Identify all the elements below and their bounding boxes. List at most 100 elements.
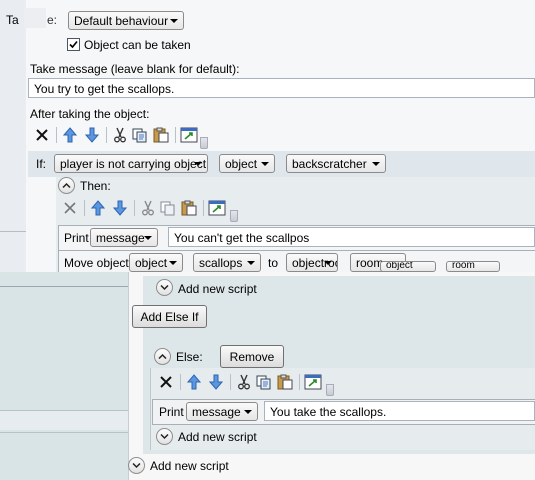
to-room2-select[interactable]: room [446,261,500,272]
move-up-button[interactable] [88,199,108,217]
move-up-button[interactable] [184,373,204,391]
then-label: Then: [80,179,111,193]
code-view-icon [208,200,226,216]
copy-icon [256,375,271,390]
background-divider [0,286,128,287]
move-object-label: Move object [64,256,129,270]
print-mode-value: message [96,231,145,245]
chevron-down-icon [244,410,252,414]
take-message-value: You try to get the scallops. [34,82,175,96]
copy-button[interactable] [158,199,178,217]
add-else-if-label: Add Else If [140,310,199,324]
remove-button[interactable]: Remove [220,345,284,368]
cut-button[interactable] [138,199,158,217]
collapse-icon [158,353,167,360]
paste-icon [153,127,169,143]
take-label-tail: e: [47,13,58,27]
print-message-value: You can't get the scallpos [174,231,310,245]
collapse-then-button[interactable] [58,177,75,194]
remove-label: Remove [229,350,275,364]
move-up-icon [187,374,201,390]
code-view-button[interactable] [207,199,227,217]
toolbar-separator [134,200,135,216]
toolbar-separator [56,127,57,143]
chevron-down-icon [372,162,380,166]
add-new-script-label-3[interactable]: Add new script [150,459,229,473]
to-type-select[interactable]: objectroom [286,253,338,272]
if-object-select[interactable]: backscratcher [286,154,386,173]
paste-button[interactable] [275,373,295,391]
print-message-input[interactable]: You can't get the scallpos [168,227,535,247]
paste-button[interactable] [179,199,199,217]
toolbar-separator [84,200,85,216]
toolbar-overflow[interactable] [200,137,208,149]
delete-button[interactable] [60,199,80,217]
toolbar-overflow[interactable] [326,384,334,396]
delete-icon [160,376,172,388]
take-message-input[interactable]: You try to get the scallops. [28,78,535,98]
move-down-button[interactable] [206,373,226,391]
background-strip [0,432,128,456]
move-up-icon [91,200,105,216]
add-new-script-label-2[interactable]: Add new script [178,430,257,444]
chevron-down-icon [194,162,202,166]
copy-icon [160,201,175,216]
paste-icon [181,200,197,216]
copy-button[interactable] [130,126,150,144]
print-message-input[interactable]: You take the scallops. [264,401,535,421]
then-script-toolbar [60,197,240,222]
add-new-script-button-3[interactable] [128,457,145,474]
checkmark-icon [69,40,78,49]
toolbar-overflow[interactable] [230,210,238,222]
cut-button[interactable] [234,373,254,391]
delete-button[interactable] [156,373,176,391]
print-mode-select[interactable]: message [186,402,258,421]
delete-icon [36,129,48,141]
chevron-down-icon [324,261,332,265]
if-object-value: backscratcher [292,157,367,171]
take-behaviour-value: Default behaviour [74,14,169,28]
move-down-button[interactable] [110,199,130,217]
take-label: Ta [6,13,19,27]
collapse-icon [62,182,71,189]
cut-button[interactable] [110,126,130,144]
add-new-script-button-1[interactable] [156,279,173,296]
code-view-button[interactable] [179,126,199,144]
move-type-select[interactable]: object [129,253,183,272]
collapse-else-button[interactable] [154,348,171,365]
if-object-type-select[interactable]: object [219,154,275,173]
move-up-button[interactable] [60,126,80,144]
can-be-taken-label: Object can be taken [84,38,191,52]
expand-icon [160,284,169,291]
to-object-select[interactable]: object [380,261,436,272]
chevron-down-icon [170,19,178,23]
chevron-down-icon [247,261,255,265]
print-label: Print [64,231,89,245]
copy-button[interactable] [254,373,274,391]
move-object-select[interactable]: scallops [193,253,261,272]
code-view-button[interactable] [303,373,323,391]
move-down-button[interactable] [82,126,102,144]
script-toolbar [30,124,210,149]
delete-button[interactable] [32,126,52,144]
if-condition-select[interactable]: player is not carrying object [54,154,208,173]
if-condition-value: player is not carrying object [60,157,207,171]
toolbar-separator [106,127,107,143]
cut-icon [142,200,154,216]
move-object-value: scallops [199,256,243,270]
add-new-script-label-1[interactable]: Add new script [178,282,257,296]
to-room2-value: room [452,261,475,271]
print-message-value: You take the scallops. [270,405,387,419]
add-else-if-button[interactable]: Add Else If [132,305,207,328]
toolbar-separator [180,374,181,390]
to-label: to [268,256,279,270]
background-strip [0,410,128,430]
print-mode-select[interactable]: message [90,228,158,247]
cursor-overlay [24,8,46,28]
take-behaviour-select[interactable]: Default behaviour [68,11,184,30]
else-label: Else: [176,350,203,364]
can-be-taken-checkbox[interactable] [67,38,80,51]
paste-button[interactable] [151,126,171,144]
toolbar-separator [203,200,204,216]
add-new-script-button-2[interactable] [156,428,173,445]
